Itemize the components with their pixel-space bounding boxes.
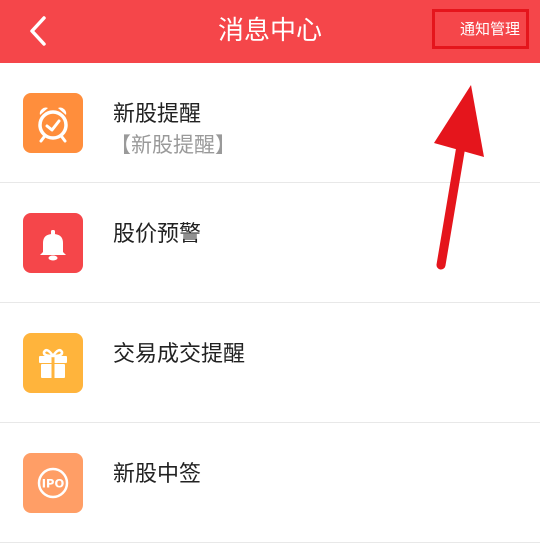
list-item-new-stock-reminder[interactable]: 新股提醒 【新股提醒】 (0, 63, 540, 183)
ipo-icon: IPO (23, 453, 83, 513)
chevron-left-icon (30, 16, 46, 46)
bell-icon (23, 213, 83, 273)
item-title: 新股中签 (113, 462, 202, 487)
ipo-icon-text: IPO (42, 477, 65, 491)
back-button[interactable] (22, 12, 56, 50)
list-item-ipo-win[interactable]: IPO 新股中签 (0, 423, 540, 543)
header-bar: 消息中心 通知管理 (0, 0, 540, 63)
item-title: 新股提醒 (113, 102, 202, 127)
alarm-clock-icon (23, 93, 83, 153)
message-list: 新股提醒 【新股提醒】 股价预警 交易成交提醒 IPO 新股中签 (0, 63, 540, 543)
list-item-trade-fill-reminder[interactable]: 交易成交提醒 (0, 303, 540, 423)
list-item-price-alert[interactable]: 股价预警 (0, 183, 540, 303)
item-title: 交易成交提醒 (113, 342, 246, 367)
gift-icon (23, 333, 83, 393)
item-subtitle: 【新股提醒】 (110, 133, 236, 157)
item-title: 股价预警 (113, 222, 202, 247)
notification-settings-button[interactable]: 通知管理 (432, 9, 529, 49)
